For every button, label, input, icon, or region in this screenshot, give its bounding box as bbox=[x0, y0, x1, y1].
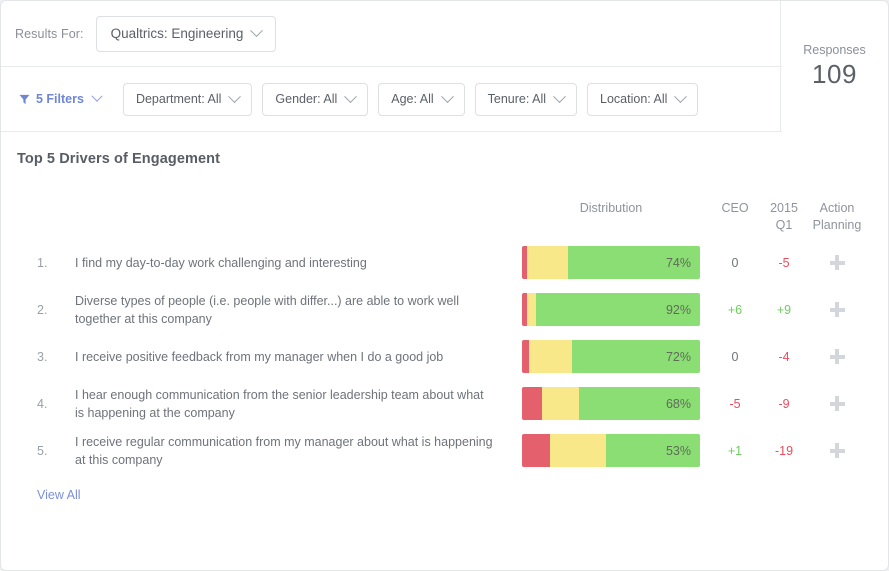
stacked-bar: 92% bbox=[522, 293, 700, 326]
filter-pill-tenure-label: Tenure: All bbox=[487, 92, 547, 106]
plus-icon[interactable] bbox=[829, 443, 845, 458]
page-title: Top 5 Drivers of Engagement bbox=[17, 151, 221, 167]
chevron-down-icon bbox=[344, 89, 358, 103]
column-header-ceo: CEO bbox=[721, 201, 749, 215]
drivers-table: 1. I find my day-to-day work challenging … bbox=[1, 239, 888, 474]
chevron-down-icon bbox=[228, 89, 242, 103]
row-rank: 3. bbox=[37, 349, 48, 364]
filter-pill-tenure[interactable]: Tenure: All bbox=[474, 82, 578, 116]
table-column-headers: Distribution CEO 2015 Q1 Action Planning bbox=[1, 197, 888, 241]
row-rank: 5. bbox=[37, 443, 48, 458]
action-planning-cell[interactable] bbox=[801, 255, 873, 270]
filter-pill-location[interactable]: Location: All bbox=[587, 82, 699, 116]
plus-icon[interactable] bbox=[829, 396, 845, 411]
table-row[interactable]: 4. I hear enough communication from the s… bbox=[1, 380, 888, 427]
bar-segment-neutral bbox=[541, 387, 579, 420]
ceo-delta-value: +1 bbox=[727, 443, 743, 458]
distribution-bar-cell[interactable]: 72% bbox=[522, 340, 700, 373]
ceo-delta-value: 0 bbox=[731, 255, 739, 270]
stacked-bar: 68% bbox=[522, 387, 700, 420]
chevron-down-icon bbox=[91, 90, 103, 102]
column-header-distribution: Distribution bbox=[579, 201, 643, 215]
table-row[interactable]: 2. Diverse types of people (i.e. people w… bbox=[1, 286, 888, 333]
favorable-percent-label: 68% bbox=[665, 396, 691, 411]
chevron-down-icon bbox=[553, 89, 566, 103]
bar-segment-unfavorable bbox=[522, 340, 530, 373]
bar-segment-neutral bbox=[550, 434, 606, 467]
stacked-bar: 72% bbox=[522, 340, 700, 373]
favorable-percent-label: 72% bbox=[665, 349, 691, 364]
column-header-planning: Planning bbox=[812, 218, 862, 232]
table-row[interactable]: 1. I find my day-to-day work challenging … bbox=[1, 239, 888, 286]
plus-icon[interactable] bbox=[829, 302, 845, 317]
view-all-link[interactable]: View All bbox=[37, 488, 81, 502]
dashboard-header: Results For: Qualtrics: Engineering 5 Fi… bbox=[1, 1, 888, 132]
favorable-percent-label: 74% bbox=[665, 255, 691, 270]
filter-pill-gender-label: Gender: All bbox=[275, 92, 338, 106]
results-for-row: Results For: Qualtrics: Engineering bbox=[1, 1, 782, 67]
filters-toggle-button[interactable]: 5 Filters bbox=[19, 90, 103, 106]
stacked-bar: 74% bbox=[522, 246, 700, 279]
scope-selector[interactable]: Qualtrics: Engineering bbox=[95, 15, 277, 52]
action-planning-cell[interactable] bbox=[801, 443, 873, 458]
table-row[interactable]: 3. I receive positive feedback from my ma… bbox=[1, 333, 888, 380]
table-row[interactable]: 5. I receive regular communication from m… bbox=[1, 427, 888, 474]
engagement-dashboard-card: Results For: Qualtrics: Engineering 5 Fi… bbox=[0, 0, 889, 571]
distribution-bar-cell[interactable]: 74% bbox=[522, 246, 700, 279]
row-question-text: Diverse types of people (i.e. people wit… bbox=[75, 293, 459, 326]
scope-selector-label: Qualtrics: Engineering bbox=[110, 26, 244, 41]
plus-icon[interactable] bbox=[829, 255, 845, 270]
filters-toggle-label: 5 Filters bbox=[36, 92, 84, 106]
ceo-delta-value: 0 bbox=[731, 349, 739, 364]
filter-pill-age[interactable]: Age: All bbox=[378, 82, 465, 116]
action-planning-cell[interactable] bbox=[801, 396, 873, 411]
filter-bar: 5 Filters Department: All Gender: All Ag… bbox=[1, 67, 782, 132]
filter-pill-department[interactable]: Department: All bbox=[122, 82, 253, 116]
responses-count: 109 bbox=[812, 59, 857, 89]
chevron-down-icon bbox=[250, 24, 264, 38]
favorable-percent-label: 92% bbox=[665, 302, 691, 317]
filter-pill-age-label: Age: All bbox=[391, 92, 434, 106]
ceo-delta-value: -5 bbox=[729, 396, 741, 411]
filter-pill-department-label: Department: All bbox=[135, 92, 222, 106]
filter-pill-gender[interactable]: Gender: All bbox=[262, 82, 369, 116]
distribution-bar-cell[interactable]: 53% bbox=[522, 434, 700, 467]
responses-summary: Responses 109 bbox=[780, 1, 888, 132]
bar-segment-unfavorable bbox=[522, 434, 551, 467]
row-question-text: I receive positive feedback from my mana… bbox=[75, 349, 444, 364]
favorable-percent-label: 53% bbox=[665, 443, 691, 458]
bar-segment-neutral bbox=[527, 246, 569, 279]
column-header-action: Action bbox=[819, 201, 855, 215]
chevron-down-icon bbox=[674, 89, 688, 103]
plus-icon[interactable] bbox=[829, 349, 845, 364]
distribution-bar-cell[interactable]: 92% bbox=[522, 293, 700, 326]
filter-pill-location-label: Location: All bbox=[600, 92, 668, 106]
action-planning-cell[interactable] bbox=[801, 349, 873, 364]
row-rank: 1. bbox=[37, 255, 48, 270]
row-rank: 4. bbox=[37, 396, 48, 411]
row-rank: 2. bbox=[37, 302, 48, 317]
column-header-action-planning: Action Planning bbox=[801, 200, 873, 234]
bar-segment-neutral bbox=[529, 340, 572, 373]
action-planning-cell[interactable] bbox=[801, 302, 873, 317]
row-question-text: I find my day-to-day work challenging an… bbox=[75, 255, 367, 270]
chevron-down-icon bbox=[440, 89, 454, 103]
results-for-label: Results For: bbox=[15, 26, 84, 41]
ceo-delta-value: +6 bbox=[727, 302, 743, 317]
funnel-icon bbox=[19, 94, 30, 104]
bar-segment-unfavorable bbox=[522, 387, 542, 420]
row-question-text: I hear enough communication from the sen… bbox=[75, 387, 484, 420]
bar-segment-neutral bbox=[527, 293, 537, 326]
stacked-bar: 53% bbox=[522, 434, 700, 467]
responses-label: Responses bbox=[803, 43, 866, 57]
row-question-text: I receive regular communication from my … bbox=[75, 434, 493, 467]
distribution-bar-cell[interactable]: 68% bbox=[522, 387, 700, 420]
